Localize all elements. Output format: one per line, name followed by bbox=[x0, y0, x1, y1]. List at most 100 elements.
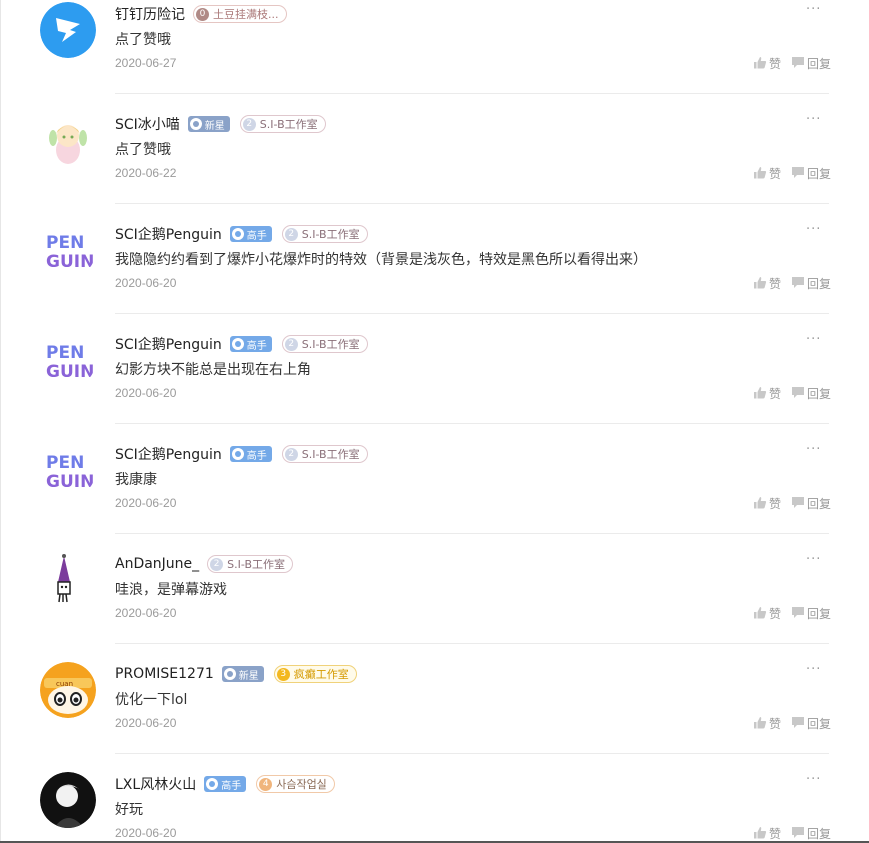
username[interactable]: 钉钉历险记 bbox=[115, 4, 185, 24]
club-badge[interactable]: 2 S.I-B工作室 bbox=[207, 555, 294, 573]
more-options-button[interactable]: ··· bbox=[806, 552, 828, 572]
user-level-badge: 高手 bbox=[204, 776, 247, 792]
comment-text: 点了赞哦 bbox=[115, 142, 171, 158]
username[interactable]: AnDanJune_ bbox=[115, 556, 199, 572]
comment-header: SCI冰小喵 新星 2 S.I-B工作室 bbox=[115, 114, 326, 134]
club-badge[interactable]: 4 사슴작업실 bbox=[256, 775, 335, 793]
reply-button[interactable]: 回复 bbox=[791, 55, 831, 72]
comment-date: 2020-06-27 bbox=[115, 56, 177, 70]
username[interactable]: SCI企鹅Penguin bbox=[115, 334, 222, 354]
comment-divider bbox=[115, 93, 829, 94]
more-options-button[interactable]: ··· bbox=[806, 332, 828, 352]
svg-text:GUIN: GUIN bbox=[46, 362, 94, 382]
comment-header: 钉钉历险记 0 土豆挂满枝... bbox=[115, 4, 287, 24]
thumbs-up-icon bbox=[753, 56, 769, 72]
club-level-number: 2 bbox=[284, 337, 298, 351]
comment-divider bbox=[115, 423, 829, 424]
comment-date: 2020-06-20 bbox=[115, 386, 177, 400]
more-options-button[interactable]: ··· bbox=[806, 222, 828, 242]
like-button[interactable]: 赞 bbox=[753, 385, 781, 402]
club-badge[interactable]: 2 S.I-B工作室 bbox=[281, 225, 368, 243]
like-label: 赞 bbox=[769, 827, 782, 841]
user-level-badge: 新星 bbox=[187, 116, 230, 132]
club-name: S.I-B工作室 bbox=[301, 338, 360, 351]
user-avatar[interactable] bbox=[40, 772, 96, 828]
club-level-number: 0 bbox=[196, 7, 209, 21]
comment-divider bbox=[115, 533, 829, 534]
like-button[interactable]: 赞 bbox=[753, 495, 781, 512]
comment-header: SCI企鹅Penguin 高手 2 S.I-B工作室 bbox=[115, 334, 368, 354]
reply-icon bbox=[791, 826, 807, 842]
comment-item: cuan PROMISE1271 新星 3 疯癫工作室 优化一下lol 2020-06-20… bbox=[0, 662, 869, 772]
comment-actions: 赞 回复 bbox=[753, 605, 831, 622]
club-level-number: 2 bbox=[284, 447, 298, 461]
thumbs-up-icon bbox=[753, 826, 769, 842]
more-options-button[interactable]: ··· bbox=[806, 662, 828, 682]
reply-icon bbox=[791, 276, 807, 292]
club-level-number: 2 bbox=[284, 227, 298, 241]
reply-button[interactable]: 回复 bbox=[791, 825, 831, 842]
user-avatar[interactable] bbox=[40, 2, 96, 58]
svg-text:GUIN: GUIN bbox=[46, 472, 94, 492]
club-badge[interactable]: 2 S.I-B工作室 bbox=[281, 445, 368, 463]
club-badge[interactable]: 2 S.I-B工作室 bbox=[239, 115, 326, 133]
username[interactable]: LXL风林火山 bbox=[115, 774, 196, 794]
like-button[interactable]: 赞 bbox=[753, 605, 781, 622]
comment-date: 2020-06-22 bbox=[115, 166, 177, 180]
more-options-button[interactable]: ··· bbox=[806, 442, 828, 462]
comment-actions: 赞 回复 bbox=[753, 165, 831, 182]
like-button[interactable]: 赞 bbox=[753, 55, 781, 72]
username[interactable]: SCI企鹅Penguin bbox=[115, 444, 222, 464]
reply-label: 回复 bbox=[807, 277, 832, 291]
username[interactable]: SCI企鹅Penguin bbox=[115, 224, 222, 244]
level-icon bbox=[231, 228, 244, 240]
reply-icon bbox=[791, 716, 807, 732]
username[interactable]: PROMISE1271 bbox=[115, 666, 214, 682]
club-badge[interactable]: 3 疯癫工作室 bbox=[273, 665, 357, 683]
club-level-number: 4 bbox=[259, 777, 273, 791]
like-button[interactable]: 赞 bbox=[753, 715, 781, 732]
thumbs-up-icon bbox=[753, 386, 769, 402]
user-avatar[interactable] bbox=[40, 552, 96, 608]
reply-icon bbox=[791, 166, 807, 182]
reply-button[interactable]: 回复 bbox=[791, 385, 831, 402]
club-name: 疯癫工作室 bbox=[293, 668, 349, 681]
like-button[interactable]: 赞 bbox=[753, 275, 781, 292]
user-level-badge: 高手 bbox=[229, 336, 272, 352]
reply-button[interactable]: 回复 bbox=[791, 165, 831, 182]
reply-button[interactable]: 回复 bbox=[791, 495, 831, 512]
user-avatar[interactable]: PEN GUIN bbox=[40, 222, 96, 278]
reply-label: 回复 bbox=[807, 57, 832, 71]
club-badge[interactable]: 2 S.I-B工作室 bbox=[281, 335, 368, 353]
comment-header: AnDanJune_ 2 S.I-B工作室 bbox=[115, 554, 294, 574]
level-label: 新星 bbox=[204, 120, 225, 132]
more-options-button[interactable]: ··· bbox=[806, 772, 828, 792]
thumbs-up-icon bbox=[753, 496, 769, 512]
user-avatar[interactable]: PEN GUIN bbox=[40, 332, 96, 388]
more-options-button[interactable]: ··· bbox=[806, 112, 828, 132]
club-name: S.I-B工作室 bbox=[301, 228, 360, 241]
level-label: 新星 bbox=[238, 670, 259, 682]
comment-item: SCI冰小喵 新星 2 S.I-B工作室点了赞哦 2020-06-22 ··· 赞 回复 bbox=[0, 112, 869, 222]
like-button[interactable]: 赞 bbox=[753, 165, 781, 182]
reply-label: 回复 bbox=[807, 607, 832, 621]
user-avatar[interactable] bbox=[40, 112, 96, 168]
reply-button[interactable]: 回复 bbox=[791, 605, 831, 622]
level-icon bbox=[223, 668, 236, 680]
level-icon bbox=[189, 118, 202, 130]
reply-button[interactable]: 回复 bbox=[791, 275, 831, 292]
svg-text:PEN: PEN bbox=[46, 453, 84, 473]
user-avatar[interactable]: PEN GUIN bbox=[40, 442, 96, 498]
username[interactable]: SCI冰小喵 bbox=[115, 114, 180, 134]
user-avatar[interactable]: cuan bbox=[40, 662, 96, 718]
club-badge[interactable]: 0 土豆挂满枝... bbox=[193, 5, 287, 23]
reply-button[interactable]: 回复 bbox=[791, 715, 831, 732]
like-button[interactable]: 赞 bbox=[753, 825, 781, 842]
svg-text:GUIN: GUIN bbox=[46, 252, 94, 272]
reply-label: 回复 bbox=[807, 167, 832, 181]
comment-header: LXL风林火山 高手 4 사슴작업실 bbox=[115, 774, 335, 794]
user-level-badge: 新星 bbox=[221, 666, 264, 682]
more-options-button[interactable]: ··· bbox=[806, 2, 828, 22]
thumbs-up-icon bbox=[753, 166, 769, 182]
reply-icon bbox=[791, 496, 807, 512]
